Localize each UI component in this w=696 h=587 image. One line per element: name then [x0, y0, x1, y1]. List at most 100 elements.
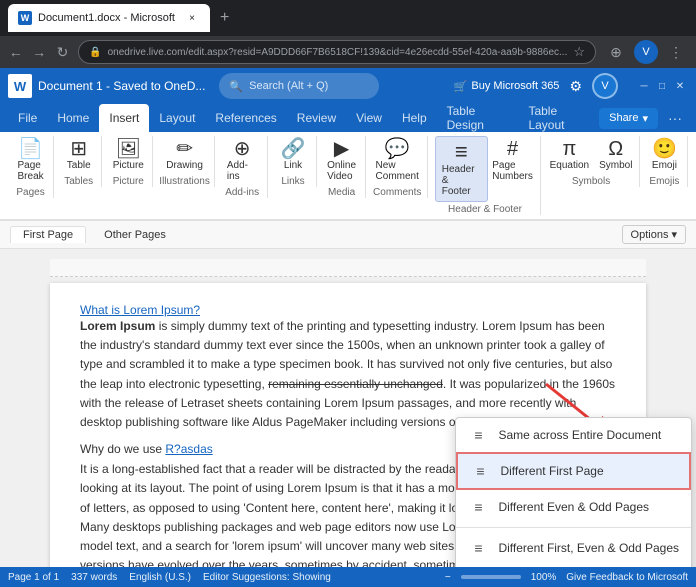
symbol-label: Symbol [599, 160, 632, 171]
settings-icon[interactable]: ⚙ [569, 78, 582, 95]
options-dropdown-menu: ≡ Same across Entire Document ≡ Differen… [455, 417, 692, 567]
para1: Lorem Ipsum is simply dummy text of the … [80, 317, 616, 432]
tab-insert[interactable]: Insert [99, 104, 149, 132]
tab-home[interactable]: Home [47, 104, 99, 132]
address-bar[interactable]: 🔒 onedrive.live.com/edit.aspx?resid=A9DD… [78, 40, 596, 64]
new-comment-label: NewComment [376, 160, 419, 182]
dropdown-item-different-even-odd[interactable]: ≡ Different Even & Odd Pages [456, 490, 691, 524]
equation-label: Equation [550, 160, 589, 171]
search-icon: 🔍 [229, 80, 243, 93]
dropdown-item-different-all[interactable]: ≡ Different First, Even & Odd Pages [456, 531, 691, 565]
tab-title: Document1.docx - Microsoft W... [38, 12, 178, 24]
equation-button[interactable]: π Equation [546, 136, 593, 174]
window-controls: ─ □ ✕ [636, 78, 688, 94]
header-footer-button[interactable]: ≡ Header &Footer [435, 136, 488, 202]
ribbon-content: 📄 PageBreak Pages ⊞ Table Tables [0, 132, 696, 220]
addins-button[interactable]: ⊕ Add-ins [223, 136, 262, 185]
minimize-button[interactable]: ─ [636, 78, 652, 94]
hf-tab-first-page[interactable]: First Page [10, 226, 86, 243]
online-video-icon: ▶ [334, 139, 349, 159]
link-icon: 🔗 [281, 139, 306, 159]
table-label: Table [67, 160, 91, 171]
ribbon-group-illustrations: ✏ Drawing Illustrations [155, 136, 215, 187]
ribbon-group-media: ▶ OnlineVideo Media [319, 136, 366, 198]
emoji-icon: 🙂 [652, 139, 677, 159]
online-video-label: OnlineVideo [327, 160, 356, 182]
close-button[interactable]: ✕ [672, 78, 688, 94]
extensions-icon[interactable]: ⊕ [604, 40, 628, 64]
ribbon-tabs: File Home Insert Layout References Revie… [0, 104, 696, 132]
tab-layout[interactable]: Layout [149, 104, 205, 132]
options-arrow-icon: ▾ [671, 228, 677, 241]
lorem-ipsum-link[interactable]: What is Lorem Ipsum? [80, 303, 200, 317]
header-footer-label: Header &Footer [442, 164, 481, 197]
status-right: − 100% Give Feedback to Microsoft [445, 572, 688, 583]
ribbon-group-addins: ⊕ Add-ins Add-ins [217, 136, 269, 198]
tab-references[interactable]: References [205, 104, 286, 132]
comments-group-label: Comments [373, 187, 421, 198]
new-comment-button[interactable]: 💬 NewComment [372, 136, 423, 185]
share-label: Share [609, 112, 638, 124]
equation-icon: π [562, 139, 576, 159]
zoom-out-button[interactable]: − [445, 572, 451, 583]
tab-file[interactable]: File [8, 104, 47, 132]
links-group-label: Links [281, 176, 304, 187]
tab-table-layout[interactable]: Table Layout [518, 104, 599, 132]
nav-back-button[interactable]: ← [8, 40, 23, 64]
options-button[interactable]: Options ▾ [622, 225, 686, 244]
different-all-label: Different First, Even & Odd Pages [498, 541, 679, 555]
page-break-button[interactable]: 📄 PageBreak [13, 136, 49, 185]
drawing-button[interactable]: ✏ Drawing [162, 136, 207, 174]
browser-tab[interactable]: W Document1.docx - Microsoft W... × [8, 4, 210, 32]
zoom-slider[interactable] [461, 575, 521, 579]
online-video-button[interactable]: ▶ OnlineVideo [323, 136, 360, 185]
tab-help[interactable]: Help [392, 104, 437, 132]
section2-link[interactable]: R?asdas [165, 442, 212, 456]
symbol-icon: Ω [608, 139, 623, 159]
drawing-icon: ✏ [176, 139, 193, 159]
feedback-link[interactable]: Give Feedback to Microsoft [566, 572, 688, 583]
word-search[interactable]: 🔍 Search (Alt + Q) [219, 73, 379, 99]
word-logo: W [8, 74, 32, 98]
ribbon-group-symbols: π Equation Ω Symbol Symbols [543, 136, 640, 187]
tab-review[interactable]: Review [287, 104, 346, 132]
dropdown-item-same[interactable]: ≡ Same across Entire Document [456, 418, 691, 452]
symbol-button[interactable]: Ω Symbol [595, 136, 636, 174]
emoji-button[interactable]: 🙂 Emoji [646, 136, 682, 174]
more-options-icon[interactable]: ⋮ [664, 40, 688, 64]
different-all-icon: ≡ [468, 538, 488, 558]
link-button[interactable]: 🔗 Link [275, 136, 311, 174]
picture-button[interactable]: 🖼 Picture [109, 136, 148, 174]
star-icon[interactable]: ☆ [573, 44, 585, 60]
header-footer-bar: First Page Other Pages Options ▾ [0, 221, 696, 249]
ribbon-group-tables: ⊞ Table Tables [56, 136, 102, 187]
tab-close-icon[interactable]: × [184, 10, 200, 26]
different-first-label: Different First Page [500, 464, 603, 478]
buy-microsoft-365[interactable]: 🛒 Buy Microsoft 365 [454, 80, 560, 93]
tab-view[interactable]: View [346, 104, 392, 132]
page-numbers-button[interactable]: # PageNumbers [490, 136, 536, 185]
page-break-label: PageBreak [18, 160, 44, 182]
word-app: W Document 1 - Saved to OneD... 🔍 Search… [0, 68, 696, 587]
tab-table-design[interactable]: Table Design [437, 104, 519, 132]
share-button[interactable]: Share ▾ [599, 108, 658, 129]
symbols-group-label: Symbols [572, 176, 610, 187]
page-numbers-icon: # [507, 139, 518, 159]
maximize-button[interactable]: □ [654, 78, 670, 94]
dropdown-item-different-first[interactable]: ≡ Different First Page [456, 452, 691, 490]
ribbon-more-button[interactable]: ··· [662, 106, 688, 130]
illustrations-group-label: Illustrations [159, 176, 210, 187]
new-tab-button[interactable]: + [216, 5, 233, 31]
picture-group-label: Picture [113, 176, 144, 187]
profile-icon[interactable]: V [634, 40, 658, 64]
hf-tab-other-pages[interactable]: Other Pages [92, 227, 178, 243]
nav-reload-button[interactable]: ↻ [55, 40, 70, 64]
comment-icon: 💬 [385, 139, 410, 159]
page-count: Page 1 of 1 [8, 572, 59, 583]
buy-label: Buy Microsoft 365 [471, 80, 559, 92]
word-right-actions: 🛒 Buy Microsoft 365 ⚙ V ─ □ ✕ [454, 73, 688, 99]
table-button[interactable]: ⊞ Table [61, 136, 97, 174]
user-avatar[interactable]: V [592, 73, 618, 99]
nav-forward-button[interactable]: → [31, 40, 46, 64]
share-arrow-icon: ▾ [642, 112, 648, 125]
